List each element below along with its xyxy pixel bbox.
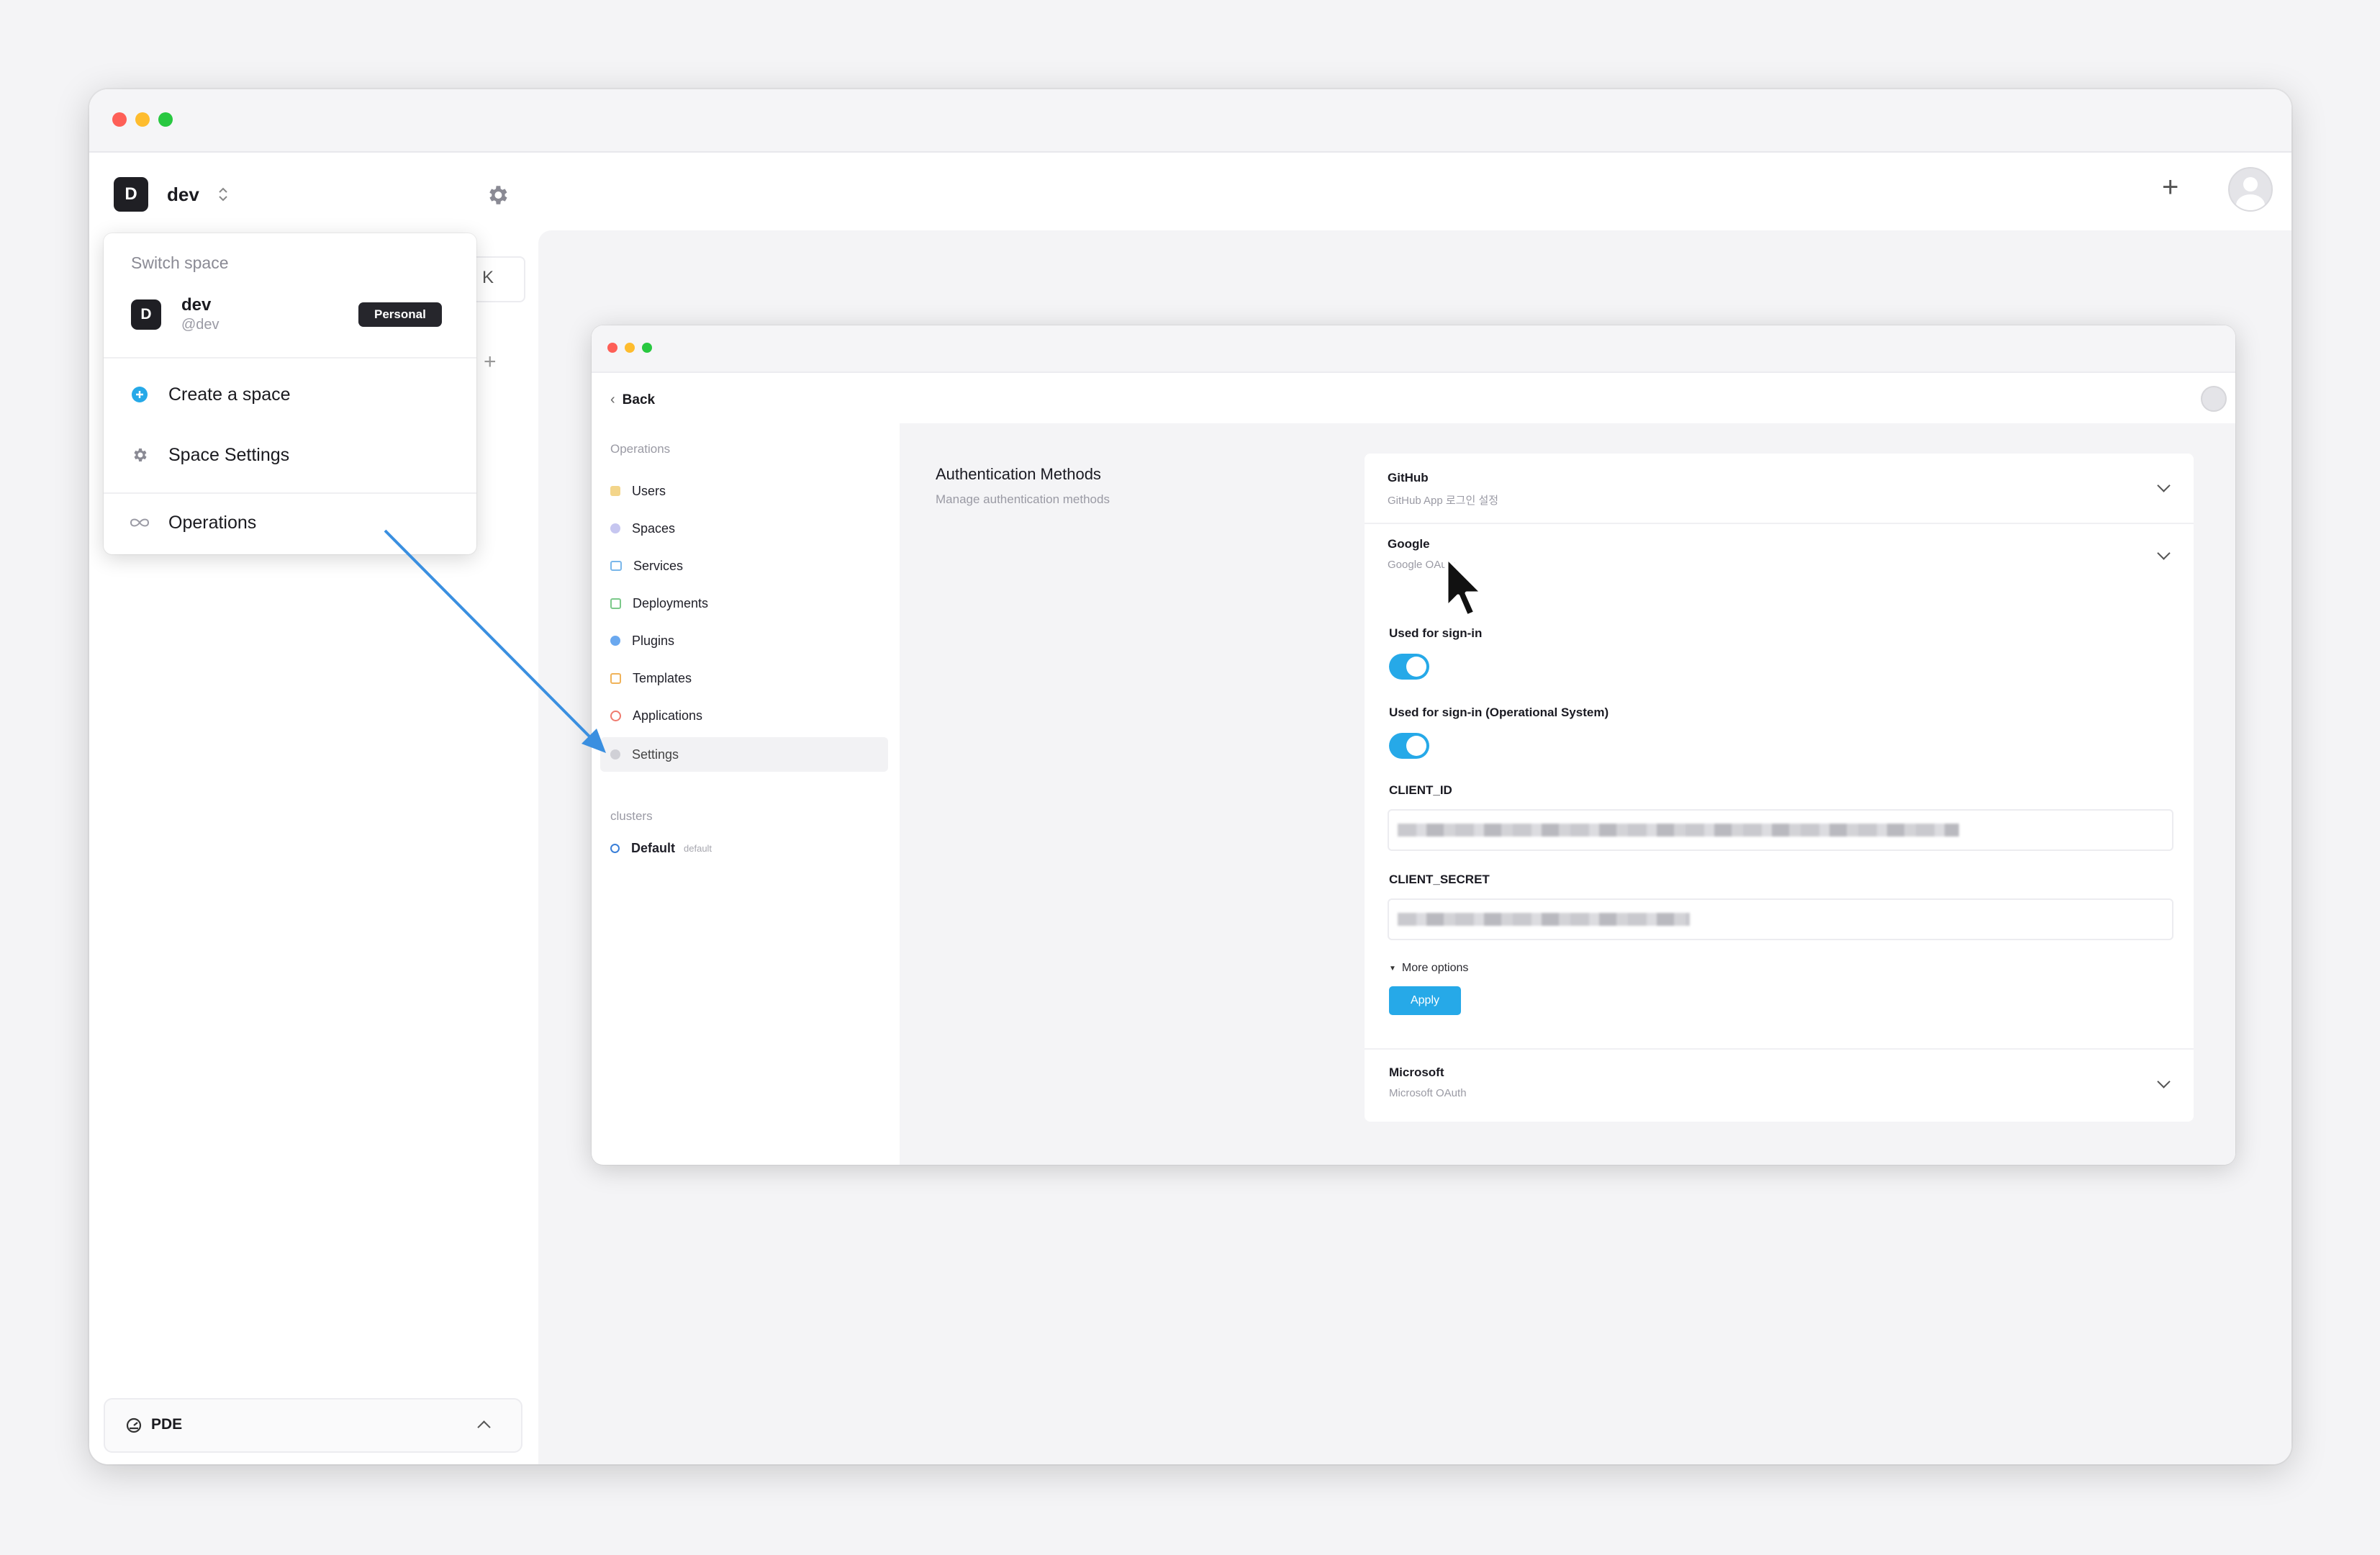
annotation-arrow	[384, 529, 606, 753]
mouse-cursor-icon	[1444, 555, 1485, 618]
